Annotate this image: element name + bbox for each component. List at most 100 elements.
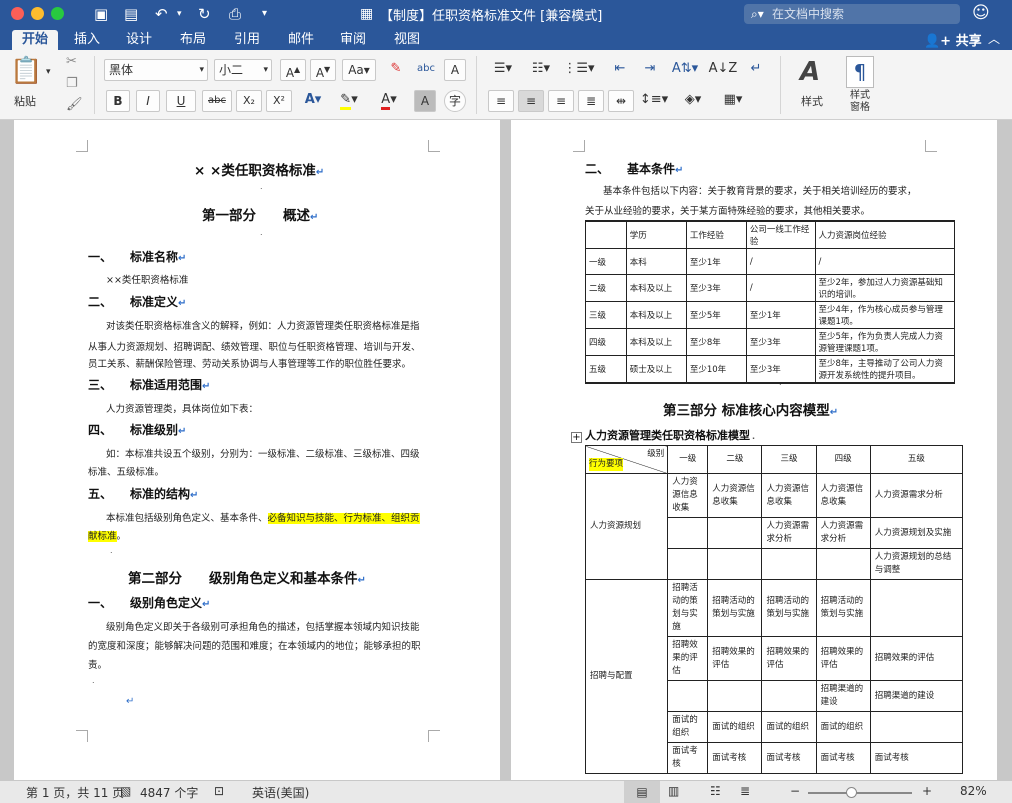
line-spacing-icon[interactable]: ↕≡▾: [638, 90, 670, 110]
table-cell[interactable]: 至少3年: [685, 274, 747, 302]
highlight-color-icon[interactable]: ✎▾: [332, 90, 366, 110]
table-cell[interactable]: 人力资源规划的总结与调整: [869, 548, 964, 580]
table-header-cell[interactable]: 人力资源岗位经验: [814, 220, 956, 249]
bullets-icon[interactable]: ☰▾: [486, 59, 520, 79]
table-cell[interactable]: 至少8年: [685, 328, 747, 356]
share-button[interactable]: 👤+ 共享: [924, 30, 982, 49]
competency-model-table[interactable]: 级别 行为要项 一级 二级 三级 四级 五级 人力资源规划 人力资源信息收集 人力资源信息收集 人力…: [584, 445, 964, 774]
table-cell[interactable]: 至少3年: [745, 328, 816, 356]
table-cell[interactable]: 至少5年: [685, 301, 747, 329]
format-painter-icon[interactable]: 🖌: [66, 95, 83, 115]
search-field[interactable]: ⌕▾ 在文档中搜索: [744, 4, 960, 24]
table-cell[interactable]: 至少4年，作为核心成员参与管理课题1项。: [814, 301, 956, 329]
multilevel-list-icon[interactable]: ⋮☰▾: [562, 59, 596, 79]
table-cell[interactable]: 面试考核: [815, 742, 871, 774]
table-cell[interactable]: [761, 680, 817, 712]
table-cell[interactable]: [869, 579, 964, 637]
web-layout-icon[interactable]: ≣: [740, 784, 750, 798]
customize-toolbar-icon[interactable]: ▾: [262, 4, 267, 24]
sidebar-toggle-icon[interactable]: ▣: [94, 4, 108, 24]
collapse-ribbon-icon[interactable]: ︿: [988, 30, 1000, 47]
table-cell[interactable]: 人力资源信息收集: [815, 473, 871, 518]
table-cell[interactable]: 招聘效果的评估: [761, 636, 817, 681]
paste-icon[interactable]: 📋: [10, 56, 42, 86]
sort-icon[interactable]: A↓Z: [708, 59, 738, 79]
paste-dropdown-icon[interactable]: ▾: [46, 62, 51, 82]
table-cell[interactable]: [707, 517, 763, 549]
shading-icon[interactable]: ◈▾: [676, 90, 710, 110]
table-cell[interactable]: 招聘活动的策划与实施: [761, 579, 817, 637]
table-cell[interactable]: 一级: [585, 248, 627, 275]
numbering-icon[interactable]: ☷▾: [524, 59, 558, 79]
styles-label[interactable]: 样式: [792, 92, 832, 112]
bold-button[interactable]: B: [106, 90, 130, 112]
table-cell[interactable]: 面试考核: [707, 742, 763, 774]
minimize-window-button[interactable]: [31, 7, 44, 20]
char-shading-button[interactable]: A: [414, 90, 436, 112]
language-status[interactable]: 英语(美国): [252, 784, 309, 801]
copy-icon[interactable]: ❐: [66, 74, 78, 94]
behavior-group-cell[interactable]: 招聘与配置: [584, 579, 669, 774]
table-cell[interactable]: 招聘活动的策划与实施: [667, 579, 709, 637]
undo-dropdown-icon[interactable]: ▾: [177, 4, 182, 24]
table-cell[interactable]: 招聘渠道的建设: [869, 680, 964, 712]
table-cell[interactable]: 面试的组织: [707, 711, 763, 743]
table-cell[interactable]: [815, 548, 871, 580]
basic-conditions-table[interactable]: 学历 工作经验 公司一线工作经验 人力资源岗位经验 一级 本科 至少1年 / / 二级 本科及以上至…: [585, 220, 956, 384]
table-header-cell[interactable]: 公司一线工作经验: [745, 220, 816, 249]
table-cell[interactable]: 面试考核: [761, 742, 817, 774]
tab-layout[interactable]: 布局: [170, 30, 216, 50]
table-cell[interactable]: 招聘渠道的建设: [815, 680, 871, 712]
text-direction-icon[interactable]: A⇅▾: [668, 59, 702, 79]
enclose-char-button[interactable]: 字: [444, 90, 466, 112]
table-cell[interactable]: 人力资源信息收集: [761, 473, 817, 518]
grow-font-button[interactable]: A▲: [280, 59, 306, 81]
table-header-cell[interactable]: 学历: [625, 220, 687, 249]
table-cell[interactable]: /: [814, 248, 956, 275]
page-2[interactable]: 二、 基本条件↵ 基本条件包括以下内容：关于教育背景的要求，关于相关培训经历的要求…: [511, 120, 997, 780]
page-1[interactable]: × ×类任职资格标准↵ . 第一部分 概述↵ . 一、 标准名称 ↵ ××类任职资格…: [14, 120, 500, 780]
table-cell[interactable]: [707, 680, 763, 712]
shrink-font-button[interactable]: A▼: [310, 59, 336, 81]
strikethrough-button[interactable]: abc: [202, 90, 232, 112]
decrease-indent-icon[interactable]: ⇤: [606, 59, 634, 79]
table-cell[interactable]: 本科及以上: [625, 274, 687, 302]
table-cell[interactable]: 至少8年，主导推动了公司人力资源开发系统性的提升项目。: [814, 355, 956, 384]
table-cell[interactable]: 本科及以上: [625, 328, 687, 356]
table-cell[interactable]: 硕士及以上: [625, 355, 687, 384]
table-cell[interactable]: 招聘效果的评估: [815, 636, 871, 681]
draft-view-icon[interactable]: ☷: [710, 784, 721, 798]
table-cell[interactable]: 三级: [585, 301, 627, 329]
level-header-cell[interactable]: 三级: [761, 445, 817, 474]
superscript-button[interactable]: X²: [266, 90, 292, 112]
table-header-cell[interactable]: [585, 220, 627, 249]
table-cell[interactable]: [707, 548, 763, 580]
behavior-group-cell[interactable]: 人力资源规划: [584, 473, 669, 580]
show-marks-icon[interactable]: ↵: [742, 59, 770, 79]
feedback-smiley-icon[interactable]: ☺: [972, 3, 990, 23]
table-cell[interactable]: 至少5年，作为负责人完成人力资源管理课题1项。: [814, 328, 956, 356]
tab-insert[interactable]: 插入: [64, 30, 110, 50]
table-cell[interactable]: 招聘效果的评估: [869, 636, 964, 681]
table-header-cell[interactable]: 工作经验: [685, 220, 747, 249]
table-cell[interactable]: 面试考核: [667, 742, 709, 774]
table-cell[interactable]: 人力资源需求分析: [815, 517, 871, 549]
table-cell[interactable]: [869, 711, 964, 743]
table-cell[interactable]: 人力资源需求分析: [869, 473, 964, 518]
table-move-handle[interactable]: +: [571, 432, 582, 443]
distributed-button[interactable]: ⇹: [608, 90, 634, 112]
table-cell[interactable]: 人力资源信息收集: [707, 473, 763, 518]
align-left-button[interactable]: ≡: [488, 90, 514, 112]
table-cell[interactable]: 招聘效果的评估: [667, 636, 709, 681]
table-cell[interactable]: [761, 548, 817, 580]
table-cell[interactable]: 招聘活动的策划与实施: [815, 579, 871, 637]
change-case-button[interactable]: Aa▾: [342, 59, 376, 81]
zoom-window-button[interactable]: [51, 7, 64, 20]
borders-icon[interactable]: ▦▾: [716, 90, 750, 110]
table-cell[interactable]: 四级: [585, 328, 627, 356]
tab-mailings[interactable]: 邮件: [278, 30, 324, 50]
word-count[interactable]: 4847 个字: [140, 784, 198, 801]
table-cell[interactable]: 至少1年: [685, 248, 747, 275]
level-header-cell[interactable]: 四级: [815, 445, 871, 474]
table-cell[interactable]: 至少2年，参加过人力资源基础知识的培训。: [814, 274, 956, 302]
